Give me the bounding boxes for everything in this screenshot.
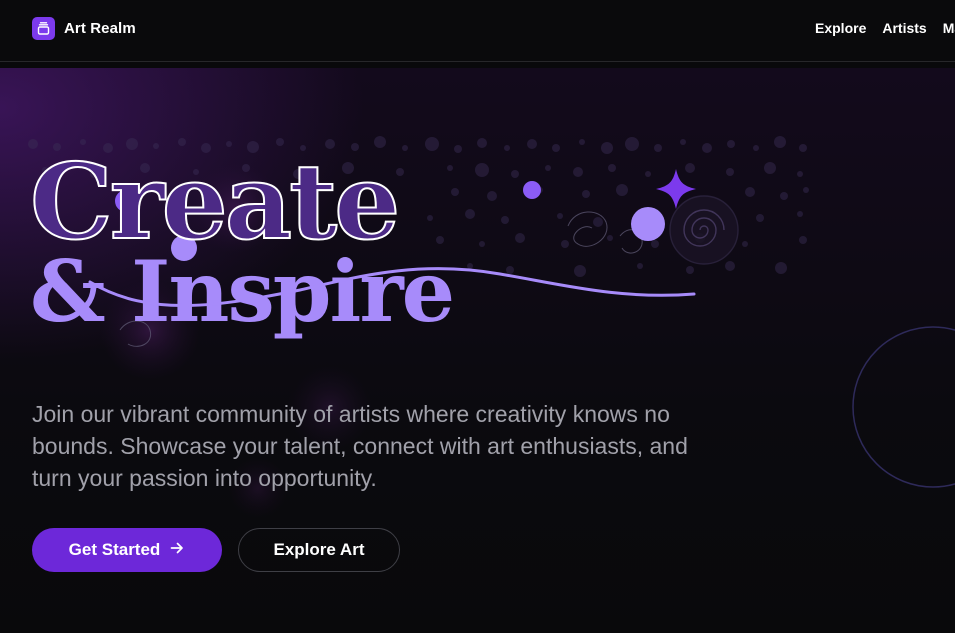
brand-name: Art Realm — [64, 20, 136, 37]
hero-description: Join our vibrant community of artists wh… — [32, 401, 688, 491]
explore-art-button[interactable]: Explore Art — [238, 528, 400, 572]
main-nav: Explore Artists Ma — [815, 20, 955, 36]
explore-art-label: Explore Art — [273, 540, 365, 559]
nav-link-truncated[interactable]: Ma — [943, 20, 955, 36]
ring-decoration — [852, 326, 955, 488]
get-started-button[interactable]: Get Started — [32, 528, 222, 572]
brand-logo-link[interactable]: Art Realm — [32, 17, 136, 40]
hero-headline: Create & Inspire — [29, 140, 730, 341]
arrow-right-icon — [169, 540, 185, 561]
hero-section: Create & Inspire Join our vibrant commun… — [0, 68, 955, 633]
top-navigation-bar: Art Realm Explore Artists Ma — [0, 0, 955, 62]
headline-line-inspire: & Inspire — [30, 242, 455, 341]
nav-link-explore[interactable]: Explore — [815, 20, 866, 36]
nav-link-artists[interactable]: Artists — [882, 20, 926, 36]
headline-line-create: Create — [29, 140, 401, 263]
get-started-label: Get Started — [68, 540, 161, 559]
layers-icon — [32, 17, 55, 40]
page: Art Realm Explore Artists Ma — [0, 0, 955, 633]
